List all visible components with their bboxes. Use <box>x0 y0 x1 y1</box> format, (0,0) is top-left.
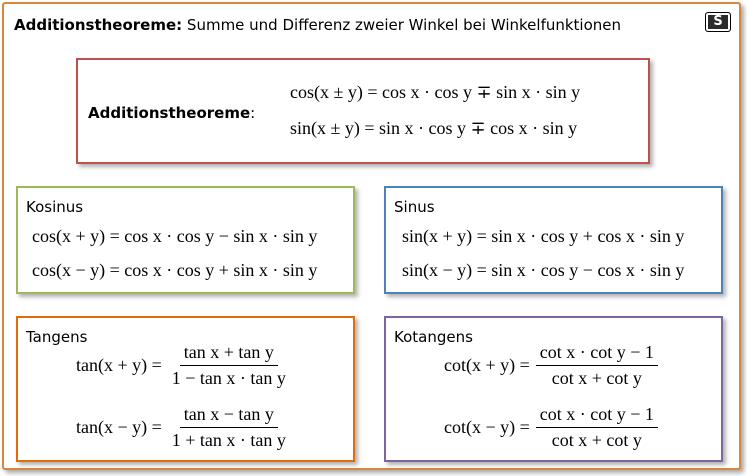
tangens-box: Tangens tan(x + y) = tan x + tan y 1 − t… <box>16 316 355 462</box>
main-formula-label: Additionstheoreme: <box>88 104 255 122</box>
page-title-rest: Summe und Differenz zweier Winkel bei Wi… <box>182 16 622 34</box>
tangens-plus-fraction: tan x + tan y 1 − tan x · tan y <box>168 342 290 389</box>
kotangens-formula-minus: cot(x − y) = cot x · cot y − 1 cot x + c… <box>444 404 658 451</box>
kosinus-formula-plus: cos(x + y) = cos x · cos y − sin x · sin… <box>32 226 318 246</box>
tangens-plus-lhs: tan(x + y) = <box>76 355 162 375</box>
page-title-bold: Additionstheoreme: <box>14 16 183 34</box>
kotangens-minus-lhs: cot(x − y) = <box>444 417 530 437</box>
kotangens-minus-fraction: cot x · cot y − 1 cot x + cot y <box>535 404 658 451</box>
kotangens-box: Kotangens cot(x + y) = cot x · cot y − 1… <box>384 316 723 462</box>
kosinus-formula-minus: cos(x − y) = cos x · cos y + sin x · sin… <box>32 260 318 280</box>
sinus-formula-plus: sin(x + y) = sin x · cos y + cos x · sin… <box>402 226 685 246</box>
tangens-minus-denominator: 1 + tan x · tan y <box>171 430 286 450</box>
tangens-minus-lhs: tan(x − y) = <box>76 417 162 437</box>
kosinus-box: Kosinus cos(x + y) = cos x · cos y − sin… <box>16 186 355 294</box>
kotangens-plus-numerator: cot x · cot y − 1 <box>535 342 658 366</box>
kotangens-minus-numerator: cot x · cot y − 1 <box>535 404 658 428</box>
formula-cos-sum-diff: cos(x ± y) = cos x · cos y ∓ sin x · sin… <box>290 82 581 102</box>
tangens-formula-minus: tan(x − y) = tan x − tan y 1 + tan x · t… <box>76 404 290 451</box>
kotangens-plus-lhs: cot(x + y) = <box>444 355 530 375</box>
formula-sin-sum-diff: sin(x ± y) = sin x · cos y ∓ cos x · sin… <box>290 118 578 138</box>
sinus-formula-minus: sin(x − y) = sin x · cos y − cos x · sin… <box>402 260 685 280</box>
tangens-plus-denominator: 1 − tan x · tan y <box>171 368 286 388</box>
kosinus-title: Kosinus <box>26 198 84 216</box>
main-label-colon: : <box>250 104 256 122</box>
sinus-title: Sinus <box>394 198 435 216</box>
page-title: Additionstheoreme: Summe und Differenz z… <box>14 16 621 34</box>
tangens-plus-numerator: tan x + tan y <box>179 342 278 366</box>
main-formula-box: Additionstheoreme: cos(x ± y) = cos x · … <box>76 58 650 164</box>
kotangens-formula-plus: cot(x + y) = cot x · cot y − 1 cot x + c… <box>444 342 658 389</box>
sinus-box: Sinus sin(x + y) = sin x · cos y + cos x… <box>384 186 723 294</box>
kotangens-minus-denominator: cot x + cot y <box>551 430 642 450</box>
kotangens-plus-denominator: cot x + cot y <box>551 368 642 388</box>
tangens-minus-numerator: tan x − tan y <box>179 404 278 428</box>
tangens-minus-fraction: tan x − tan y 1 + tan x · tan y <box>168 404 290 451</box>
site-logo-icon: S <box>705 12 731 32</box>
kotangens-plus-fraction: cot x · cot y − 1 cot x + cot y <box>535 342 658 389</box>
main-label-text: Additionstheoreme <box>88 104 251 122</box>
tangens-formula-plus: tan(x + y) = tan x + tan y 1 − tan x · t… <box>76 342 290 389</box>
